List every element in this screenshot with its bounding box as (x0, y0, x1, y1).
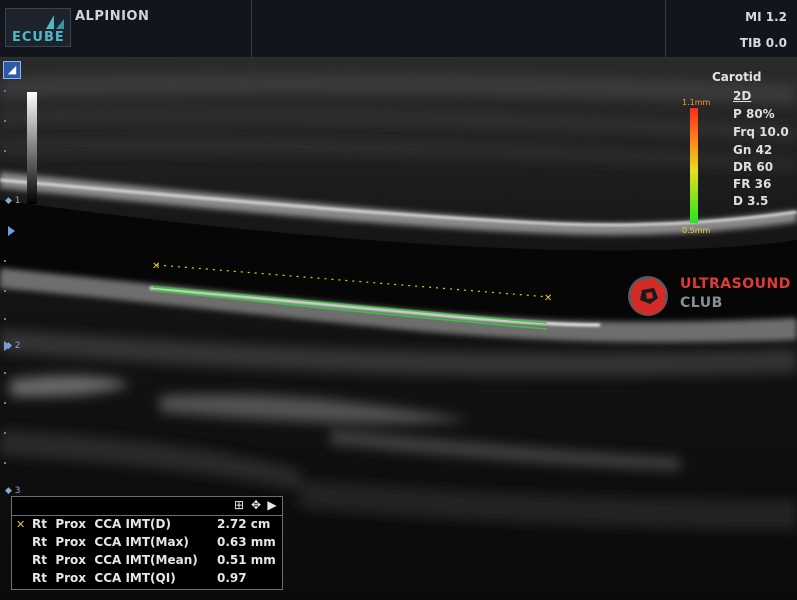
focus-marker-2-icon[interactable] (4, 341, 11, 351)
depth-dot (4, 175, 6, 177)
depth-dot (4, 372, 6, 374)
results-toolbar: ⊞ ✥ ▶ (12, 497, 282, 516)
result-value: 0.63 mm (217, 535, 276, 549)
brand-name: ALPINION (75, 9, 150, 24)
result-row[interactable]: Rt Prox CCA IMT(Mean) 0.51 mm (12, 553, 282, 571)
depth-dot (4, 90, 6, 92)
logo-text: ECUBE (12, 30, 65, 45)
result-label: Rt Prox CCA IMT(Mean) (32, 553, 198, 567)
dynamic-range-param: DR 60 (733, 160, 774, 174)
depth-dot (4, 290, 6, 292)
depth-marker-1: ◆ 1 (5, 196, 21, 206)
svg-text:✕: ✕ (544, 293, 552, 304)
ultrasound-screen: ✕ ✕ ECUBE ALPINION MI 1.2 TIB 0.0 ◢ ◆ 1 … (0, 0, 797, 600)
measurement-results-panel: ⊞ ✥ ▶ ✕ Rt Prox CCA IMT(D) 2.72 cm Rt Pr… (11, 496, 283, 590)
depth-dot (4, 150, 6, 152)
svg-text:✕: ✕ (152, 261, 160, 272)
header-bar: ECUBE ALPINION MI 1.2 TIB 0.0 (0, 0, 797, 58)
tib-readout: TIB 0.0 (739, 36, 787, 50)
expand-arrow-icon[interactable]: ▶ (265, 498, 279, 513)
color-scale-min-label: 0.5mm (682, 226, 711, 235)
depth-marker-3: ◆ 3 (5, 486, 21, 496)
gain-param: Gn 42 (733, 143, 773, 157)
frequency-param: Frq 10.0 (733, 125, 789, 139)
header-cell-center (252, 0, 666, 57)
grid-icon[interactable]: ⊞ (232, 498, 246, 513)
depth-label-1: 1 (14, 196, 21, 206)
result-row[interactable]: Rt Prox CCA IMT(Max) 0.63 mm (12, 535, 282, 553)
focus-marker-icon[interactable] (8, 226, 15, 236)
grayscale-bar (27, 92, 37, 204)
color-scale-max-label: 1.1mm (682, 98, 711, 107)
move-icon[interactable]: ✥ (249, 498, 263, 513)
watermark-title: ULTRASOUND (680, 276, 791, 292)
power-param: P 80% (733, 107, 775, 121)
frame-rate-param: FR 36 (733, 177, 772, 191)
result-value: 0.97 (217, 571, 247, 585)
preset-label: Carotid (712, 70, 762, 84)
result-label: Rt Prox CCA IMT(Max) (32, 535, 189, 549)
ultrasound-club-logo-icon (628, 276, 668, 316)
result-row[interactable]: ✕ Rt Prox CCA IMT(D) 2.72 cm (12, 517, 282, 535)
imt-color-scale (690, 108, 698, 223)
mi-readout: MI 1.2 (745, 10, 787, 24)
result-label: Rt Prox CCA IMT(QI) (32, 571, 176, 585)
mode-label: 2D (733, 89, 752, 103)
result-value: 0.51 mm (217, 553, 276, 567)
orientation-marker-icon[interactable]: ◢ (3, 61, 21, 79)
depth-dot (4, 260, 6, 262)
ecube-logo: ECUBE (5, 8, 71, 47)
result-label: Rt Prox CCA IMT(D) (32, 517, 171, 531)
depth-dot (4, 120, 6, 122)
depth-param: D 3.5 (733, 194, 769, 208)
depth-label-2: 2 (14, 341, 21, 351)
depth-dot (4, 318, 6, 320)
depth-dot (4, 432, 6, 434)
depth-dot (4, 402, 6, 404)
result-row[interactable]: Rt Prox CCA IMT(QI) 0.97 (12, 571, 282, 589)
watermark-subtitle: CLUB (680, 295, 723, 311)
result-value: 2.72 cm (217, 517, 271, 531)
depth-label-3: 3 (14, 486, 21, 496)
caliper-marker-icon: ✕ (16, 518, 26, 531)
depth-dot (4, 462, 6, 464)
logo-mark-icon (46, 15, 64, 29)
